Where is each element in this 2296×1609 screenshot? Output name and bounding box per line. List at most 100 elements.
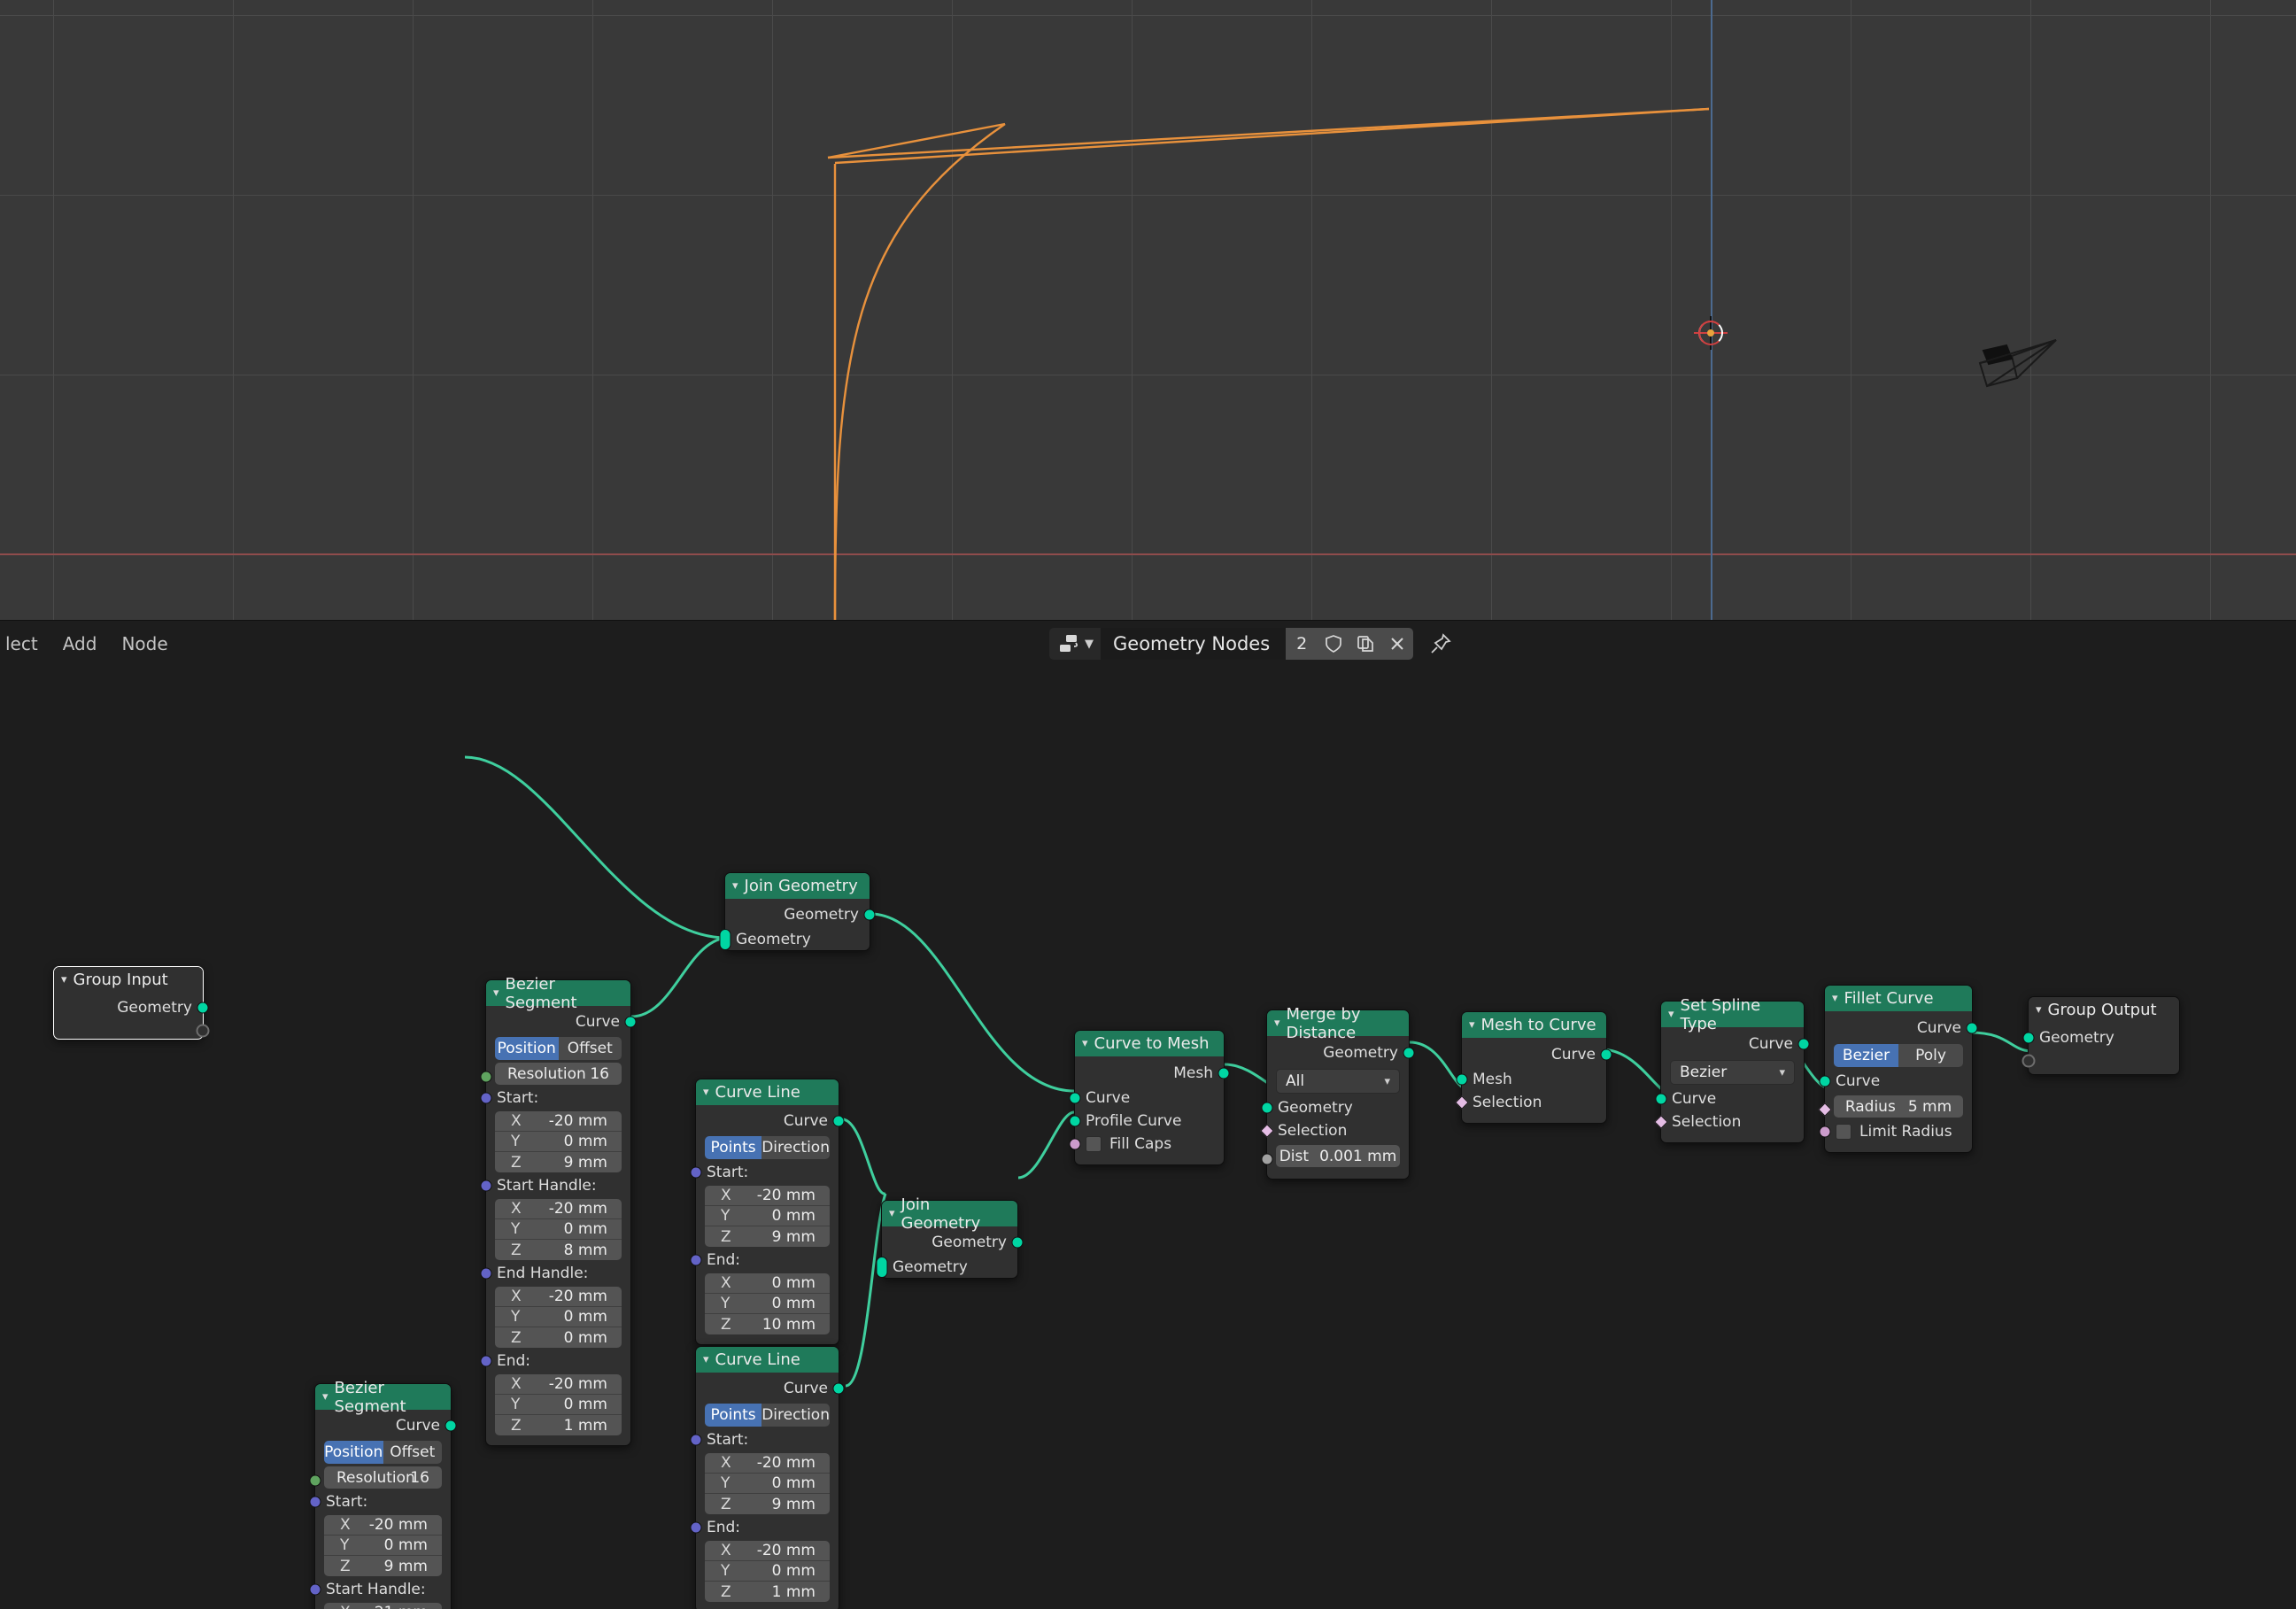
vector-row-x[interactable]: X0 mm bbox=[705, 1273, 830, 1294]
toggle-position[interactable]: Position bbox=[324, 1441, 383, 1464]
chevron-down-icon[interactable]: ▾ bbox=[732, 880, 738, 892]
vector-row-y[interactable]: Y0 mm bbox=[705, 1561, 830, 1582]
mode-toggle[interactable]: Points Direction bbox=[705, 1404, 830, 1427]
socket-start-handle-in[interactable] bbox=[309, 1583, 321, 1596]
socket-selection-in[interactable] bbox=[1455, 1095, 1469, 1110]
node-header[interactable]: ▾ Join Geometry bbox=[882, 1195, 1017, 1233]
node-bezier-segment-2[interactable]: ▾ Bezier Segment Curve Position Offset R… bbox=[480, 975, 637, 1446]
node-group-output[interactable]: ▾ Group Output Geometry bbox=[2022, 996, 2180, 1075]
node-merge-by-distance[interactable]: ▾ Merge by Distance Geometry All ▾ Geome… bbox=[1260, 1005, 1415, 1180]
vector-row-y[interactable]: Y0 mm bbox=[495, 1307, 622, 1327]
node-header[interactable]: ▾ Bezier Segment bbox=[486, 975, 630, 1012]
start-handle-vector[interactable]: X-21 mm Y0 mm Z9 mm bbox=[324, 1603, 442, 1609]
vector-row-z[interactable]: Z9 mm bbox=[324, 1556, 442, 1576]
socket-curve-in[interactable] bbox=[1819, 1075, 1831, 1087]
start-vector[interactable]: X -20 mm Y0 mm Z9 mm bbox=[324, 1515, 442, 1576]
vector-row-y[interactable]: Y0 mm bbox=[705, 1474, 830, 1494]
node-output-row[interactable]: Mesh bbox=[1075, 1060, 1230, 1087]
vector-row-z[interactable]: Z1 mm bbox=[495, 1415, 622, 1435]
distance-field[interactable]: Dist 0.001 mm bbox=[1276, 1145, 1400, 1167]
node-header[interactable]: ▾ Join Geometry bbox=[725, 873, 870, 899]
node-header[interactable]: ▾ Group Input bbox=[54, 967, 203, 993]
end-vector[interactable]: X -20 mm Y0 mm Z1 mm bbox=[705, 1541, 830, 1602]
node-output-row[interactable]: Geometry bbox=[1267, 1040, 1415, 1066]
socket-mesh-out[interactable] bbox=[1218, 1067, 1230, 1079]
node-output-row[interactable]: Curve bbox=[1462, 1041, 1612, 1068]
node-curve-to-mesh[interactable]: ▾ Curve to Mesh Mesh Curve Profile Curve… bbox=[1069, 1030, 1230, 1165]
node-set-spline-type[interactable]: ▾ Set Spline Type Curve Bezier ▾ Curve S… bbox=[1654, 996, 1810, 1143]
socket-distance-in[interactable] bbox=[1261, 1153, 1273, 1165]
node-output-row[interactable]: Curve bbox=[1661, 1031, 1810, 1057]
socket-curve-out[interactable] bbox=[445, 1419, 457, 1432]
vector-row-y[interactable]: Y0 mm bbox=[495, 1219, 622, 1240]
node-input-row[interactable]: Curve bbox=[1069, 1087, 1224, 1110]
node-input-row[interactable]: Profile Curve bbox=[1069, 1110, 1224, 1133]
chevron-down-icon[interactable]: ▾ bbox=[889, 1208, 895, 1219]
vector-row-y[interactable]: Y0 mm bbox=[495, 1395, 622, 1415]
socket-fill-caps-in[interactable] bbox=[1069, 1138, 1081, 1150]
node-input-row[interactable]: Mesh bbox=[1456, 1068, 1606, 1091]
vector-row-x[interactable]: X -20 mm bbox=[705, 1453, 830, 1474]
toggle-points[interactable]: Points bbox=[705, 1404, 762, 1427]
node-tree-name[interactable]: Geometry Nodes bbox=[1101, 628, 1287, 660]
node-header[interactable]: ▾ Curve Line bbox=[696, 1347, 839, 1373]
limit-radius-checkbox[interactable] bbox=[1836, 1124, 1851, 1140]
limit-radius-row[interactable]: Limit Radius bbox=[1819, 1120, 1972, 1143]
socket-geometry-multi-in[interactable] bbox=[876, 1257, 888, 1278]
node-header[interactable]: ▾ Curve to Mesh bbox=[1075, 1031, 1224, 1056]
node-input-row[interactable]: Curve bbox=[1655, 1087, 1804, 1110]
vector-row-x[interactable]: X -20 mm bbox=[495, 1199, 622, 1219]
toggle-direction[interactable]: Direction bbox=[761, 1404, 830, 1427]
socket-geometry-in[interactable] bbox=[2022, 1032, 2035, 1044]
end-handle-vector[interactable]: X -20 mm Y0 mm Z0 mm bbox=[495, 1287, 622, 1348]
vector-row-x[interactable]: X-21 mm bbox=[324, 1603, 442, 1609]
socket-geometry-out[interactable] bbox=[863, 909, 876, 921]
socket-geometry-multi-in[interactable] bbox=[719, 929, 731, 950]
node-header[interactable]: ▾ Fillet Curve bbox=[1825, 986, 1972, 1011]
socket-start-in[interactable] bbox=[690, 1166, 702, 1179]
node-output-row[interactable]: Curve bbox=[315, 1413, 457, 1438]
fill-caps-checkbox[interactable] bbox=[1086, 1136, 1102, 1152]
chevron-down-icon[interactable]: ▾ bbox=[322, 1391, 329, 1403]
node-bezier-segment-1[interactable]: ▾ Bezier Segment Curve Position Offset R… bbox=[309, 1379, 457, 1609]
end-vector[interactable]: X0 mm Y0 mm Z 10 mm bbox=[705, 1273, 830, 1334]
radius-field[interactable]: Radius 5 mm bbox=[1834, 1095, 1963, 1118]
node-output-row[interactable]: Curve bbox=[1825, 1015, 1978, 1041]
start-vector[interactable]: X -20 mm Y0 mm Z9 mm bbox=[705, 1186, 830, 1247]
end-vector[interactable]: X -20 mm Y0 mm Z1 mm bbox=[495, 1374, 622, 1435]
resolution-field[interactable]: Resolution 16 bbox=[495, 1063, 622, 1085]
vector-row-z[interactable]: Z9 mm bbox=[705, 1494, 830, 1514]
node-output-row[interactable]: Curve bbox=[486, 1009, 637, 1034]
toggle-position[interactable]: Position bbox=[495, 1037, 559, 1060]
start-vector[interactable]: X -20 mm Y0 mm Z9 mm bbox=[495, 1111, 622, 1172]
socket-geometry-out[interactable] bbox=[1403, 1047, 1415, 1059]
socket-curve-out[interactable] bbox=[1966, 1022, 1978, 1034]
vector-row-x[interactable]: X -20 mm bbox=[324, 1515, 442, 1536]
chevron-down-icon[interactable]: ▾ bbox=[703, 1354, 709, 1365]
chevron-down-icon[interactable]: ▾ bbox=[1274, 1017, 1280, 1029]
start-handle-vector[interactable]: X -20 mm Y0 mm Z8 mm bbox=[495, 1199, 622, 1260]
node-join-geometry-1[interactable]: ▾ Join Geometry Geometry Geometry bbox=[719, 872, 876, 951]
vector-row-z[interactable]: Z 10 mm bbox=[705, 1314, 830, 1334]
socket-mesh-in[interactable] bbox=[1456, 1073, 1468, 1086]
node-output-row[interactable]: Geometry bbox=[882, 1230, 1024, 1255]
node-curve-line-2[interactable]: ▾ Curve Line Curve Points Direction Star… bbox=[690, 1346, 845, 1609]
vector-row-y[interactable]: Y0 mm bbox=[324, 1536, 442, 1556]
resolution-field[interactable]: Resolution 16 bbox=[324, 1466, 442, 1489]
socket-start-handle-in[interactable] bbox=[480, 1180, 492, 1192]
vector-row-z[interactable]: Z1 mm bbox=[705, 1582, 830, 1602]
socket-end-in[interactable] bbox=[480, 1355, 492, 1367]
socket-resolution-in[interactable] bbox=[309, 1474, 321, 1487]
chevron-down-icon[interactable]: ▾ bbox=[703, 1087, 709, 1098]
node-input-row[interactable]: Curve bbox=[1819, 1070, 1972, 1093]
node-input-row[interactable]: Selection bbox=[1455, 1091, 1606, 1114]
socket-curve-out[interactable] bbox=[832, 1382, 845, 1395]
socket-curve-out[interactable] bbox=[1600, 1048, 1612, 1061]
socket-end-handle-in[interactable] bbox=[480, 1267, 492, 1280]
node-header[interactable]: ▾ Group Output bbox=[2029, 997, 2179, 1023]
vector-row-z[interactable]: Z9 mm bbox=[495, 1152, 622, 1172]
vector-row-z[interactable]: Z9 mm bbox=[705, 1226, 830, 1247]
vector-row-x[interactable]: X -20 mm bbox=[495, 1111, 622, 1132]
node-group-input[interactable]: ▾ Group Input Geometry bbox=[53, 966, 210, 1040]
socket-selection-in[interactable] bbox=[1260, 1124, 1274, 1138]
